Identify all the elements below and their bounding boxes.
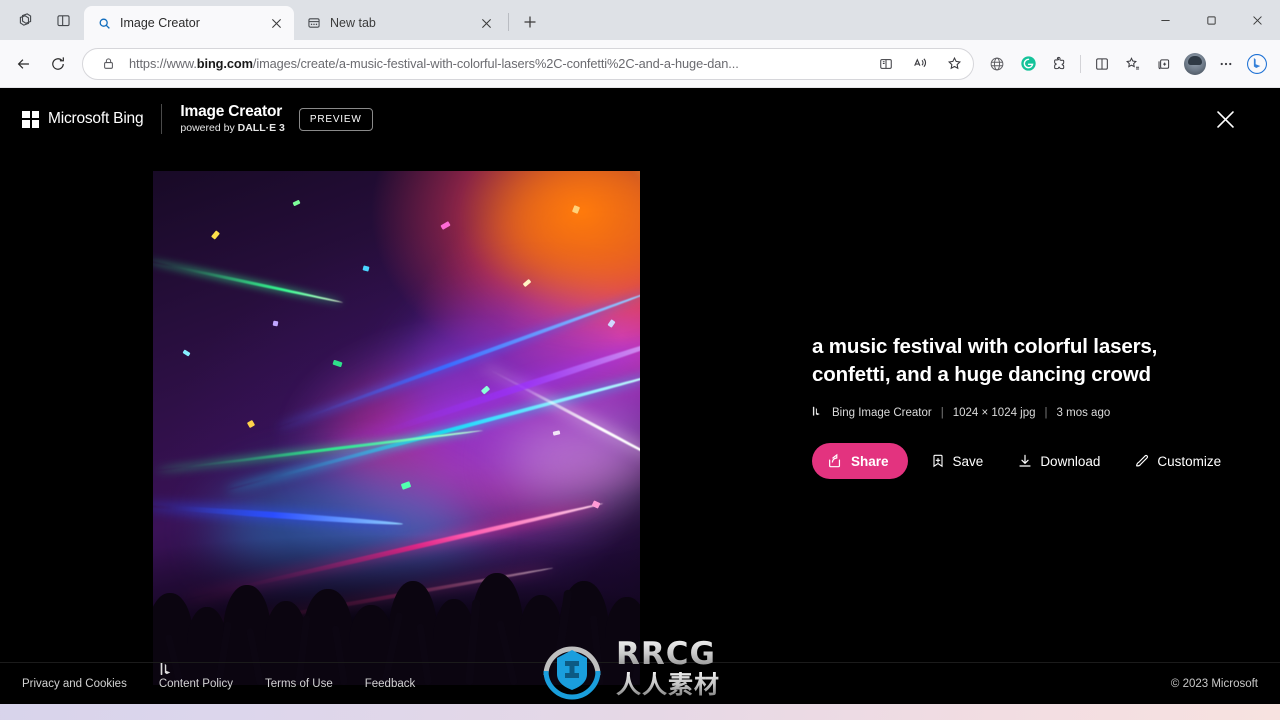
dalle-brand: DALL·E 3	[237, 121, 285, 134]
browser-tab-strip: Image Creator New tab	[0, 0, 1280, 40]
tab-manager-icon[interactable]	[6, 4, 44, 36]
image-info-column: a music festival with colorful lasers, c…	[640, 150, 1280, 662]
settings-more-icon[interactable]	[1211, 49, 1241, 79]
browser-navigation-bar: https://www.bing.com/images/create/a-mus…	[0, 40, 1280, 88]
tab-close-button[interactable]	[476, 13, 496, 33]
save-label: Save	[952, 453, 984, 469]
tab-title: New tab	[330, 16, 376, 30]
split-screen-icon[interactable]	[1087, 49, 1117, 79]
image-detail-view: a music festival with colorful lasers, c…	[0, 150, 1280, 685]
generated-image[interactable]	[153, 171, 640, 685]
browser-toolbar-actions	[982, 49, 1272, 79]
url-host: bing.com	[196, 56, 253, 71]
customize-label: Customize	[1157, 453, 1222, 469]
split-screen-icon[interactable]	[873, 51, 899, 77]
page-footer: Privacy and Cookies Content Policy Terms…	[0, 662, 1280, 704]
image-age: 3 mos ago	[1056, 406, 1111, 419]
tab-new-tab[interactable]: New tab	[294, 6, 504, 40]
image-creator-page: Microsoft Bing Image Creator powered by …	[0, 88, 1280, 704]
back-button[interactable]	[8, 48, 40, 80]
download-icon	[1017, 453, 1033, 469]
lock-icon	[95, 51, 121, 77]
header-divider	[161, 104, 163, 134]
window-minimize-button[interactable]	[1142, 0, 1188, 40]
new-tab-button[interactable]	[515, 7, 545, 37]
url-path: /images/create/a-music-festival-with-col…	[252, 56, 739, 71]
image-metadata: Bing Image Creator | 1024 × 1024 jpg | 3…	[812, 406, 1240, 419]
image-action-bar: Share Save Download Customize	[812, 443, 1240, 480]
star-icon[interactable]	[941, 51, 967, 77]
address-bar-url: https://www.bing.com/images/create/a-mus…	[129, 56, 865, 71]
search-icon	[96, 15, 112, 31]
close-icon[interactable]	[1208, 102, 1242, 136]
split-workspace-icon[interactable]	[44, 4, 82, 36]
customize-button[interactable]: Customize	[1122, 443, 1233, 479]
page-title: a music festival with colorful lasers, c…	[812, 334, 1158, 386]
refresh-button[interactable]	[42, 48, 74, 80]
confetti	[272, 320, 279, 327]
grammarly-extension-icon[interactable]	[1013, 49, 1043, 79]
save-button[interactable]: Save	[918, 443, 996, 479]
share-label: Share	[851, 453, 889, 469]
crowd-silhouettes	[153, 470, 640, 685]
save-icon	[930, 453, 946, 469]
browser-essentials-icon[interactable]	[982, 49, 1012, 79]
product-title-block: Image Creator powered by DALL·E 3	[180, 103, 285, 134]
tab-image-creator[interactable]: Image Creator	[84, 6, 294, 40]
avatar	[1184, 52, 1206, 75]
share-icon	[827, 453, 843, 469]
footer-link-privacy[interactable]: Privacy and Cookies	[22, 678, 127, 690]
window-close-button[interactable]	[1234, 0, 1280, 40]
tabstrip-system-icons	[0, 0, 84, 40]
newtab-page-icon	[306, 15, 322, 31]
bing-icon	[812, 406, 823, 419]
bing-copilot-icon[interactable]	[1242, 49, 1272, 79]
image-dimensions: 1024 × 1024 jpg	[952, 406, 1036, 419]
tab-close-button[interactable]	[266, 13, 286, 33]
share-button[interactable]: Share	[812, 443, 908, 480]
microsoft-bing-label: Microsoft Bing	[48, 110, 144, 127]
profile-avatar[interactable]	[1180, 49, 1210, 79]
footer-link-feedback[interactable]: Feedback	[365, 678, 416, 690]
tab-title: Image Creator	[120, 16, 200, 30]
read-aloud-icon[interactable]	[907, 51, 933, 77]
microsoft-bing-logo[interactable]: Microsoft Bing	[22, 110, 144, 128]
download-label: Download	[1040, 453, 1101, 469]
toolbar-divider	[1080, 54, 1081, 73]
meta-separator: |	[940, 406, 944, 419]
image-source: Bing Image Creator	[832, 406, 932, 419]
product-title: Image Creator	[180, 103, 283, 121]
extensions-icon[interactable]	[1044, 49, 1074, 79]
product-subtitle: powered by DALL·E 3	[180, 121, 285, 134]
footer-link-content-policy[interactable]: Content Policy	[159, 678, 233, 690]
favorites-icon[interactable]	[1118, 49, 1148, 79]
window-maximize-button[interactable]	[1188, 0, 1234, 40]
footer-link-terms[interactable]: Terms of Use	[265, 678, 333, 690]
window-controls	[1142, 0, 1280, 40]
image-column	[0, 150, 640, 685]
footer-copyright: © 2023 Microsoft	[1170, 677, 1258, 690]
preview-badge: PREVIEW	[298, 107, 373, 131]
download-button[interactable]: Download	[1005, 443, 1112, 479]
microsoft-squares-icon	[22, 110, 39, 128]
address-bar[interactable]: https://www.bing.com/images/create/a-mus…	[82, 47, 974, 80]
browser-window: Image Creator New tab https://www.bing.c…	[0, 0, 1280, 704]
image-creator-header: Microsoft Bing Image Creator powered by …	[0, 88, 1280, 150]
meta-separator: |	[1044, 406, 1048, 419]
collections-icon[interactable]	[1149, 49, 1179, 79]
customize-icon	[1134, 453, 1150, 469]
url-scheme: https://www.	[129, 56, 197, 71]
tabstrip-divider	[508, 13, 509, 31]
